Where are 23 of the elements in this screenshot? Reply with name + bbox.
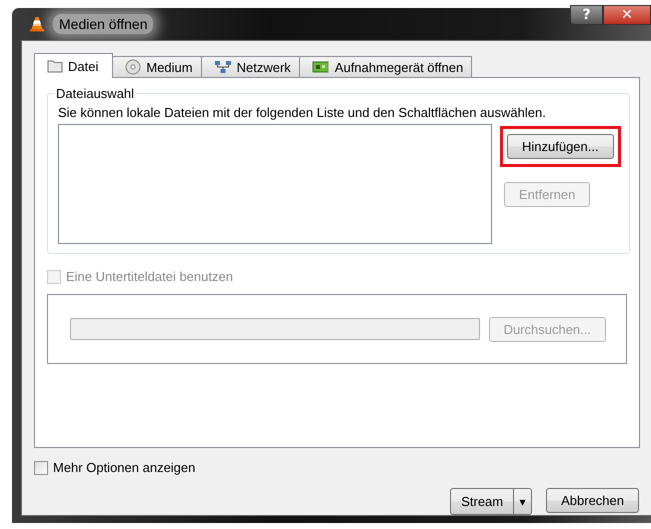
checkbox-label: Eine Untertiteldatei benutzen bbox=[66, 269, 233, 284]
folder-icon bbox=[47, 59, 63, 73]
network-icon bbox=[214, 60, 232, 74]
help-button[interactable]: ? bbox=[570, 5, 603, 25]
tab[interactable]: Datei bbox=[34, 53, 114, 78]
checkbox-label: Mehr Optionen anzeigen bbox=[53, 460, 196, 475]
disc-icon bbox=[125, 59, 142, 75]
stream-button[interactable]: Stream bbox=[451, 489, 514, 514]
tab[interactable]: Medium bbox=[112, 56, 202, 77]
stream-split-button[interactable]: Stream ▾ bbox=[450, 488, 532, 515]
tab[interactable]: Aufnahmegerät öffnen bbox=[298, 56, 472, 77]
tab[interactable]: Netzwerk bbox=[200, 56, 300, 77]
window-title: Medien öffnen bbox=[53, 14, 154, 34]
add-button[interactable]: Hinzufügen... bbox=[507, 134, 614, 159]
dropdown-caret[interactable]: ▾ bbox=[514, 489, 532, 514]
description-text: Sie können lokale Dateien mit der folgenden Liste und den Schaltflächen auswählen. bbox=[58, 105, 547, 120]
file-list[interactable] bbox=[58, 124, 492, 244]
group-title: Dateiauswahl bbox=[55, 86, 136, 101]
capture-card-icon bbox=[312, 60, 330, 74]
cancel-button[interactable]: Abbrechen bbox=[546, 488, 639, 513]
traffic-cone-icon bbox=[29, 16, 45, 32]
checkbox[interactable] bbox=[34, 460, 48, 474]
close-button[interactable]: ✕ bbox=[603, 5, 651, 25]
